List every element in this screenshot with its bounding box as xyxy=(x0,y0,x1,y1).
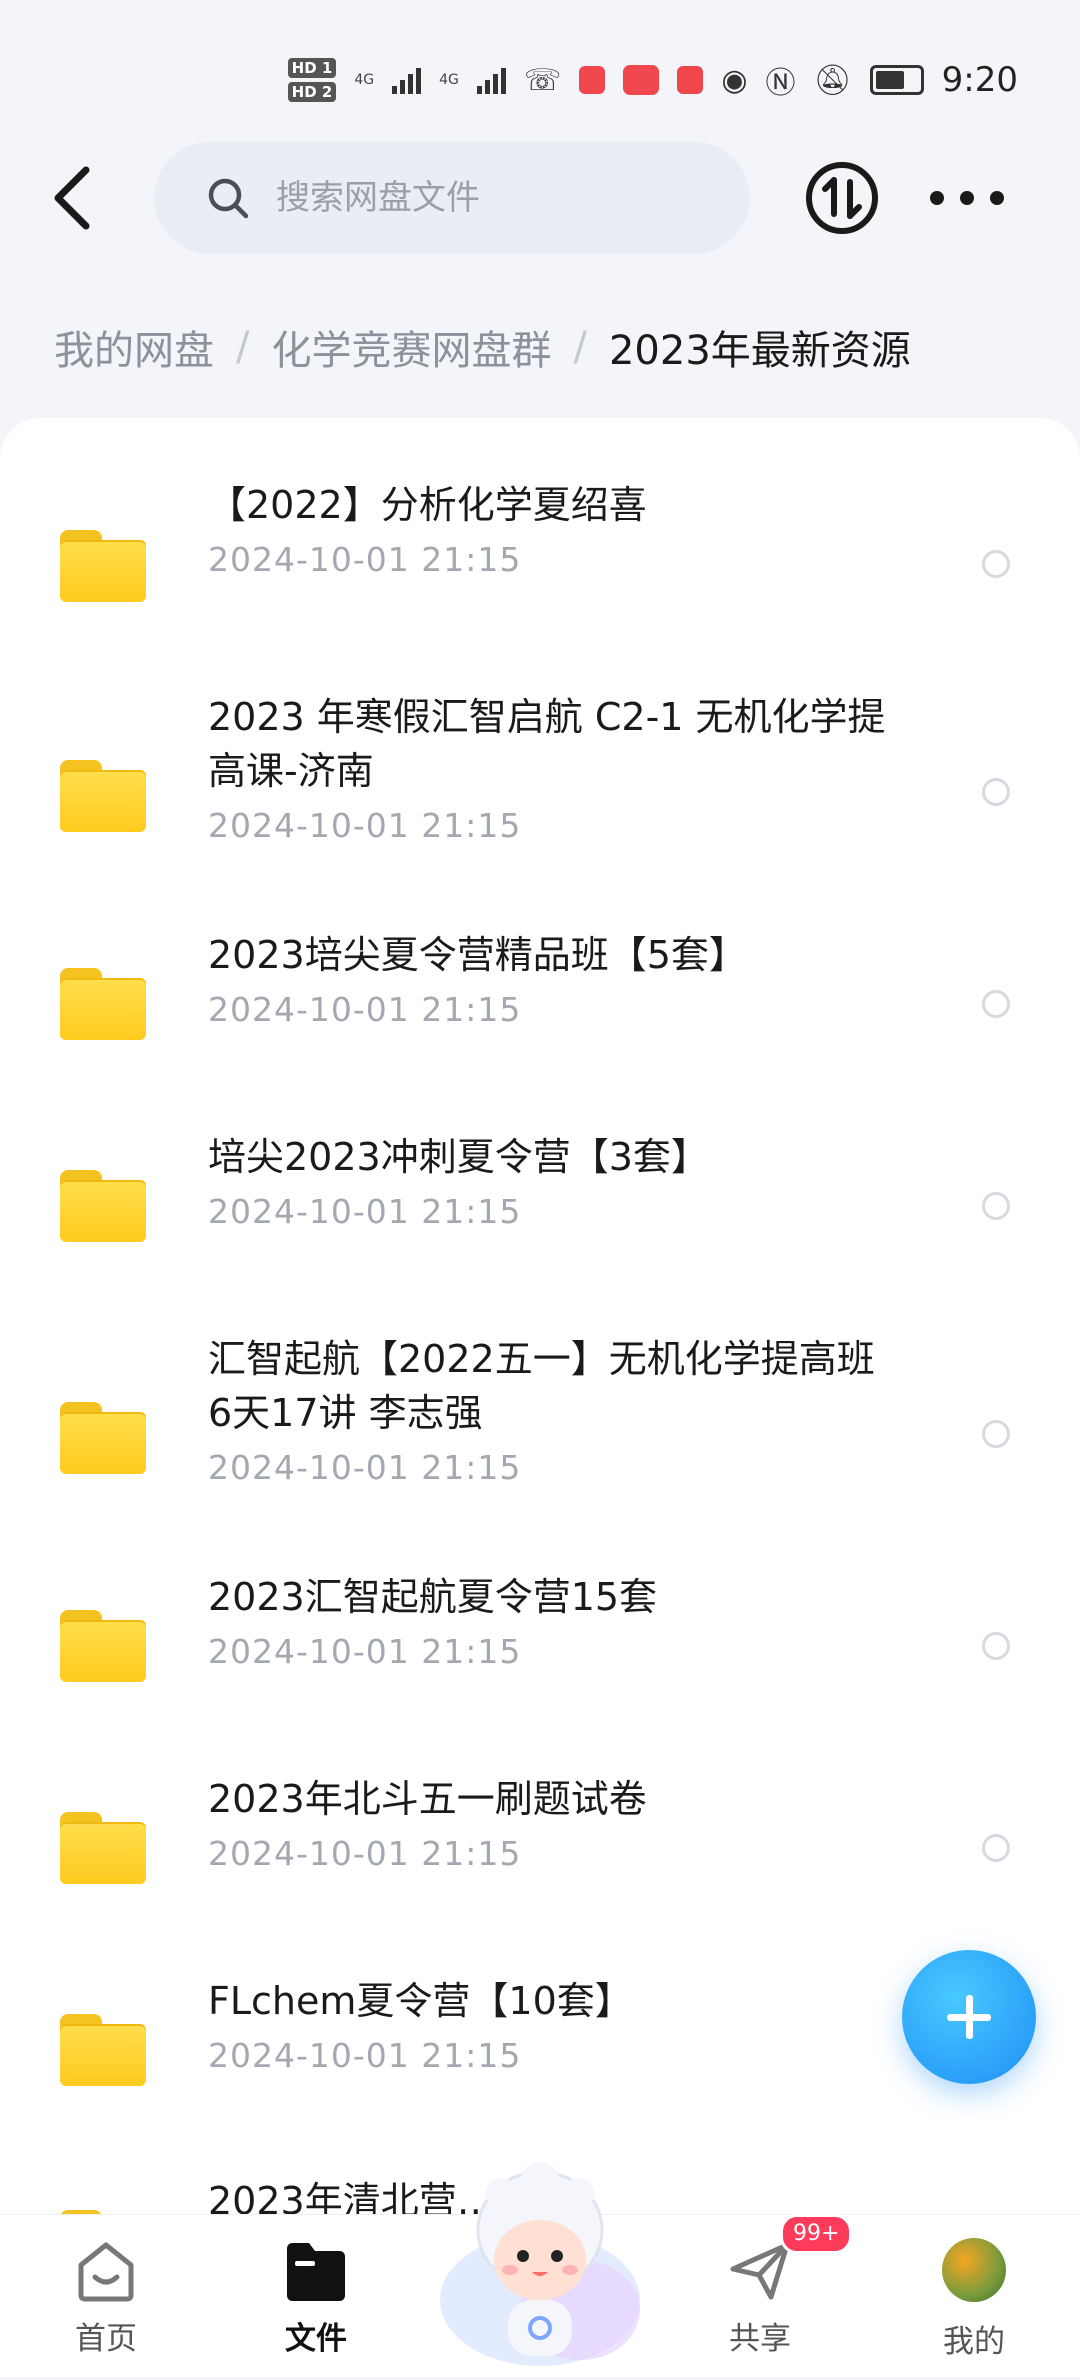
app-notification-icon xyxy=(579,66,606,94)
status-icons: HD 1 HD 2 4G 4G ☏ ◉ Ⓝ 🔕︎ 9:20 xyxy=(287,58,1018,102)
breadcrumb: 我的网盘 / 化学竞赛网盘群 / 2023年最新资源 xyxy=(54,318,911,376)
more-dot-icon xyxy=(990,191,1004,205)
status-bar: HD 1 HD 2 4G 4G ☏ ◉ Ⓝ 🔕︎ 9:20 xyxy=(0,0,1080,150)
assistant-mascot-button[interactable] xyxy=(430,2150,650,2376)
nav-files-label: 文件 xyxy=(285,2321,347,2357)
file-date: 2024-10-01 21:15 xyxy=(208,1192,522,1231)
net1-label: 4G xyxy=(354,72,375,88)
file-name: 2023 年寒假汇智启航 C2-1 无机化学提高课-济南 xyxy=(208,695,886,793)
select-radio[interactable] xyxy=(982,990,1010,1018)
transfer-list-button[interactable] xyxy=(804,160,880,236)
select-radio[interactable] xyxy=(982,1834,1010,1862)
select-radio[interactable] xyxy=(982,1192,1010,1220)
clock: 9:20 xyxy=(941,60,1018,100)
select-radio[interactable] xyxy=(982,550,1010,578)
file-date: 2024-10-01 21:15 xyxy=(208,990,522,1029)
add-button[interactable] xyxy=(902,1950,1036,2084)
avatar xyxy=(939,2238,1009,2308)
folder-icon xyxy=(60,968,146,1040)
breadcrumb-separator: / xyxy=(236,324,250,370)
select-radio[interactable] xyxy=(982,1632,1010,1660)
eye-icon: ◉ xyxy=(721,62,748,98)
nav-share-label: 共享 xyxy=(729,2321,791,2357)
file-name: 2023培尖夏令营精品班【5套】 xyxy=(208,933,747,977)
more-button[interactable] xyxy=(930,180,1004,216)
signal-icon-2 xyxy=(476,66,506,94)
mascot-icon xyxy=(440,2162,640,2366)
file-date: 2024-10-01 21:15 xyxy=(208,1834,522,1873)
search-bar[interactable] xyxy=(154,142,750,254)
battery-icon xyxy=(869,65,924,95)
transfer-icon xyxy=(806,162,878,234)
nav-mine[interactable]: 我的 xyxy=(904,2235,1044,2361)
search-icon xyxy=(208,178,249,219)
chevron-left-icon xyxy=(54,166,90,230)
file-name: 培尖2023冲刺夏令营【3套】 xyxy=(208,1135,709,1179)
nav-home[interactable]: 首页 xyxy=(36,2235,176,2358)
folder-icon xyxy=(60,530,146,602)
file-name: FLchem夏令营【10套】 xyxy=(208,1979,633,2023)
folder-icon xyxy=(60,760,146,832)
file-name: 2023年北斗五一刷题试卷 xyxy=(208,1777,647,1821)
file-name: 汇智起航【2022五一】无机化学提高班 6天17讲 李志强 xyxy=(208,1337,875,1435)
breadcrumb-item-group[interactable]: 化学竞赛网盘群 xyxy=(271,318,551,376)
breadcrumb-current: 2023年最新资源 xyxy=(608,328,911,374)
hd2-label: HD 2 xyxy=(287,82,337,102)
nav-files[interactable]: 文件 xyxy=(246,2235,386,2358)
folder-icon xyxy=(60,1812,146,1884)
call-icon: ☏ xyxy=(523,62,562,98)
folder-filled-icon xyxy=(281,2235,351,2305)
nav-home-label: 首页 xyxy=(75,2321,137,2357)
select-radio[interactable] xyxy=(982,778,1010,806)
signal-icon xyxy=(392,66,422,94)
folder-icon xyxy=(60,2014,146,2086)
hd-indicator: HD 1 HD 2 xyxy=(287,58,337,102)
mute-bell-icon: 🔕︎ xyxy=(813,62,852,98)
more-dot-icon xyxy=(930,191,944,205)
shopping-app-icon xyxy=(623,65,660,95)
breadcrumb-item-my-drive[interactable]: 我的网盘 xyxy=(54,318,214,376)
file-date: 2024-10-01 21:15 xyxy=(208,540,522,579)
search-input[interactable] xyxy=(274,177,718,219)
more-dot-icon xyxy=(960,191,974,205)
select-radio[interactable] xyxy=(982,1420,1010,1448)
hd1-label: HD 1 xyxy=(287,58,337,78)
file-date: 2024-10-01 21:15 xyxy=(208,1632,522,1671)
share-count-badge: 99+ xyxy=(780,2214,853,2254)
breadcrumb-separator: / xyxy=(573,324,587,370)
file-date: 2024-10-01 21:15 xyxy=(208,2036,522,2075)
app-notification-icon-2 xyxy=(677,66,704,94)
file-date: 2024-10-01 21:15 xyxy=(208,806,522,845)
net2-label: 4G xyxy=(439,72,459,88)
file-name: 2023汇智起航夏令营15套 xyxy=(208,1575,658,1619)
nfc-icon: Ⓝ xyxy=(765,66,796,101)
file-list: 【2022】分析化学夏绍喜 2024-10-01 21:15 2023 年寒假汇… xyxy=(0,418,1080,2218)
file-date: 2024-10-01 21:15 xyxy=(208,1448,522,1487)
home-icon xyxy=(71,2235,141,2305)
folder-icon xyxy=(60,1170,146,1242)
folder-icon xyxy=(60,1402,146,1474)
file-name: 【2022】分析化学夏绍喜 xyxy=(208,483,647,527)
back-button[interactable] xyxy=(44,162,104,234)
folder-icon xyxy=(60,1610,146,1682)
nav-mine-label: 我的 xyxy=(943,2324,1005,2360)
